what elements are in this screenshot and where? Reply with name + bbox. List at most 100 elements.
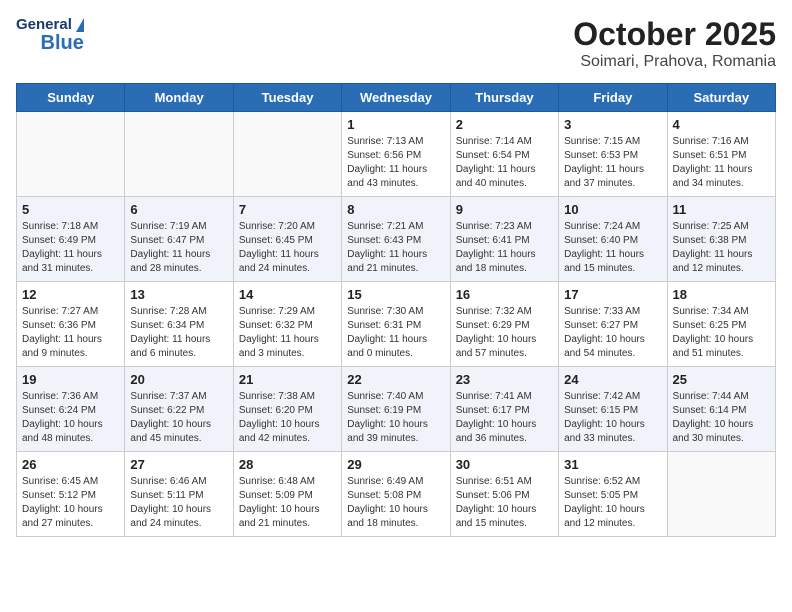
day-content: Sunrise: 7:25 AM Sunset: 6:38 PM Dayligh… <box>673 220 770 276</box>
logo-general-text: General <box>16 16 72 33</box>
weekday-header-wednesday: Wednesday <box>342 84 450 112</box>
calendar-cell: 27 Sunrise: 6:46 AM Sunset: 5:11 PM Dayli… <box>125 452 233 537</box>
calendar-cell: 6Sunrise: 7:19 AM Sunset: 6:47 PM Daylig… <box>125 197 233 282</box>
day-content: Sunrise: 7:34 AM Sunset: 6:25 PM Dayligh… <box>673 305 770 361</box>
day-content: Sunrise: 7:41 AM Sunset: 6:17 PM Dayligh… <box>456 390 553 446</box>
day-content: Sunrise: 6:52 AM Sunset: 5:05 PM Dayligh… <box>564 475 661 531</box>
calendar-table: SundayMondayTuesdayWednesdayThursdayFrid… <box>16 83 776 537</box>
day-content: Sunrise: 7:13 AM Sunset: 6:56 PM Dayligh… <box>347 135 444 191</box>
weekday-header-monday: Monday <box>125 84 233 112</box>
day-content: Sunrise: 7:28 AM Sunset: 6:34 PM Dayligh… <box>130 305 227 361</box>
calendar-cell: 18 Sunrise: 7:34 AM Sunset: 6:25 PM Dayli… <box>667 282 775 367</box>
title-block: October 2025 Soimari, Prahova, Romania <box>573 16 776 71</box>
calendar-cell <box>17 112 125 197</box>
day-number: 21 <box>239 372 336 387</box>
calendar-week-row: 5Sunrise: 7:18 AM Sunset: 6:49 PM Daylig… <box>17 197 776 282</box>
day-content: Sunrise: 7:20 AM Sunset: 6:45 PM Dayligh… <box>239 220 336 276</box>
day-number: 28 <box>239 457 336 472</box>
day-content: Sunrise: 7:40 AM Sunset: 6:19 PM Dayligh… <box>347 390 444 446</box>
day-content: Sunrise: 6:46 AM Sunset: 5:11 PM Dayligh… <box>130 475 227 531</box>
day-number: 16 <box>456 287 553 302</box>
day-content: Sunrise: 7:16 AM Sunset: 6:51 PM Dayligh… <box>673 135 770 191</box>
calendar-cell: 17 Sunrise: 7:33 AM Sunset: 6:27 PM Dayli… <box>559 282 667 367</box>
calendar-cell: 9 Sunrise: 7:23 AM Sunset: 6:41 PM Daylig… <box>450 197 558 282</box>
calendar-cell: 5Sunrise: 7:18 AM Sunset: 6:49 PM Daylig… <box>17 197 125 282</box>
weekday-header-tuesday: Tuesday <box>233 84 341 112</box>
day-number: 29 <box>347 457 444 472</box>
calendar-cell: 31Sunrise: 6:52 AM Sunset: 5:05 PM Dayli… <box>559 452 667 537</box>
day-content: Sunrise: 6:51 AM Sunset: 5:06 PM Dayligh… <box>456 475 553 531</box>
day-number: 13 <box>130 287 227 302</box>
day-number: 11 <box>673 202 770 217</box>
calendar-cell: 4 Sunrise: 7:16 AM Sunset: 6:51 PM Daylig… <box>667 112 775 197</box>
day-number: 2 <box>456 117 553 132</box>
calendar-cell: 1 Sunrise: 7:13 AM Sunset: 6:56 PM Daylig… <box>342 112 450 197</box>
weekday-header-thursday: Thursday <box>450 84 558 112</box>
calendar-cell: 20 Sunrise: 7:37 AM Sunset: 6:22 PM Dayli… <box>125 367 233 452</box>
day-content: Sunrise: 7:21 AM Sunset: 6:43 PM Dayligh… <box>347 220 444 276</box>
day-number: 27 <box>130 457 227 472</box>
calendar-cell: 2 Sunrise: 7:14 AM Sunset: 6:54 PM Daylig… <box>450 112 558 197</box>
calendar-cell: 11 Sunrise: 7:25 AM Sunset: 6:38 PM Dayli… <box>667 197 775 282</box>
logo-blue-text: Blue <box>41 33 84 53</box>
calendar-cell: 24 Sunrise: 7:42 AM Sunset: 6:15 PM Dayli… <box>559 367 667 452</box>
day-number: 26 <box>22 457 119 472</box>
day-number: 22 <box>347 372 444 387</box>
calendar-cell: 14 Sunrise: 7:29 AM Sunset: 6:32 PM Dayli… <box>233 282 341 367</box>
day-number: 24 <box>564 372 661 387</box>
calendar-title: October 2025 <box>573 16 776 53</box>
day-content: Sunrise: 7:27 AM Sunset: 6:36 PM Dayligh… <box>22 305 119 361</box>
day-content: Sunrise: 7:38 AM Sunset: 6:20 PM Dayligh… <box>239 390 336 446</box>
day-number: 17 <box>564 287 661 302</box>
weekday-header-friday: Friday <box>559 84 667 112</box>
calendar-cell: 19Sunrise: 7:36 AM Sunset: 6:24 PM Dayli… <box>17 367 125 452</box>
day-number: 30 <box>456 457 553 472</box>
calendar-week-row: 1 Sunrise: 7:13 AM Sunset: 6:56 PM Daylig… <box>17 112 776 197</box>
day-number: 14 <box>239 287 336 302</box>
day-content: Sunrise: 7:33 AM Sunset: 6:27 PM Dayligh… <box>564 305 661 361</box>
calendar-cell <box>233 112 341 197</box>
day-content: Sunrise: 7:14 AM Sunset: 6:54 PM Dayligh… <box>456 135 553 191</box>
calendar-cell: 3Sunrise: 7:15 AM Sunset: 6:53 PM Daylig… <box>559 112 667 197</box>
day-number: 18 <box>673 287 770 302</box>
calendar-cell: 13 Sunrise: 7:28 AM Sunset: 6:34 PM Dayli… <box>125 282 233 367</box>
calendar-cell: 15 Sunrise: 7:30 AM Sunset: 6:31 PM Dayli… <box>342 282 450 367</box>
page-header: General Blue October 2025 Soimari, Praho… <box>16 16 776 71</box>
day-content: Sunrise: 7:23 AM Sunset: 6:41 PM Dayligh… <box>456 220 553 276</box>
day-number: 23 <box>456 372 553 387</box>
weekday-header-sunday: Sunday <box>17 84 125 112</box>
day-content: Sunrise: 7:37 AM Sunset: 6:22 PM Dayligh… <box>130 390 227 446</box>
calendar-week-row: 26Sunrise: 6:45 AM Sunset: 5:12 PM Dayli… <box>17 452 776 537</box>
calendar-cell: 21 Sunrise: 7:38 AM Sunset: 6:20 PM Dayli… <box>233 367 341 452</box>
calendar-cell <box>667 452 775 537</box>
day-number: 20 <box>130 372 227 387</box>
day-content: Sunrise: 7:32 AM Sunset: 6:29 PM Dayligh… <box>456 305 553 361</box>
day-content: Sunrise: 7:29 AM Sunset: 6:32 PM Dayligh… <box>239 305 336 361</box>
day-content: Sunrise: 7:30 AM Sunset: 6:31 PM Dayligh… <box>347 305 444 361</box>
calendar-cell: 26Sunrise: 6:45 AM Sunset: 5:12 PM Dayli… <box>17 452 125 537</box>
day-content: Sunrise: 6:48 AM Sunset: 5:09 PM Dayligh… <box>239 475 336 531</box>
calendar-subtitle: Soimari, Prahova, Romania <box>573 53 776 71</box>
calendar-cell: 12 Sunrise: 7:27 AM Sunset: 6:36 PM Dayli… <box>17 282 125 367</box>
day-content: Sunrise: 7:19 AM Sunset: 6:47 PM Dayligh… <box>130 220 227 276</box>
day-number: 4 <box>673 117 770 132</box>
logo: General Blue <box>16 16 84 53</box>
day-number: 12 <box>22 287 119 302</box>
day-number: 25 <box>673 372 770 387</box>
day-number: 5 <box>22 202 119 217</box>
calendar-week-row: 12 Sunrise: 7:27 AM Sunset: 6:36 PM Dayli… <box>17 282 776 367</box>
weekday-header-row: SundayMondayTuesdayWednesdayThursdayFrid… <box>17 84 776 112</box>
calendar-cell: 25 Sunrise: 7:44 AM Sunset: 6:14 PM Dayli… <box>667 367 775 452</box>
day-content: Sunrise: 6:49 AM Sunset: 5:08 PM Dayligh… <box>347 475 444 531</box>
day-number: 1 <box>347 117 444 132</box>
calendar-cell: 10Sunrise: 7:24 AM Sunset: 6:40 PM Dayli… <box>559 197 667 282</box>
day-number: 9 <box>456 202 553 217</box>
weekday-header-saturday: Saturday <box>667 84 775 112</box>
day-number: 15 <box>347 287 444 302</box>
calendar-cell: 23 Sunrise: 7:41 AM Sunset: 6:17 PM Dayli… <box>450 367 558 452</box>
day-content: Sunrise: 7:44 AM Sunset: 6:14 PM Dayligh… <box>673 390 770 446</box>
day-content: Sunrise: 7:15 AM Sunset: 6:53 PM Dayligh… <box>564 135 661 191</box>
calendar-cell: 22 Sunrise: 7:40 AM Sunset: 6:19 PM Dayli… <box>342 367 450 452</box>
day-content: Sunrise: 7:42 AM Sunset: 6:15 PM Dayligh… <box>564 390 661 446</box>
calendar-cell: 29 Sunrise: 6:49 AM Sunset: 5:08 PM Dayli… <box>342 452 450 537</box>
